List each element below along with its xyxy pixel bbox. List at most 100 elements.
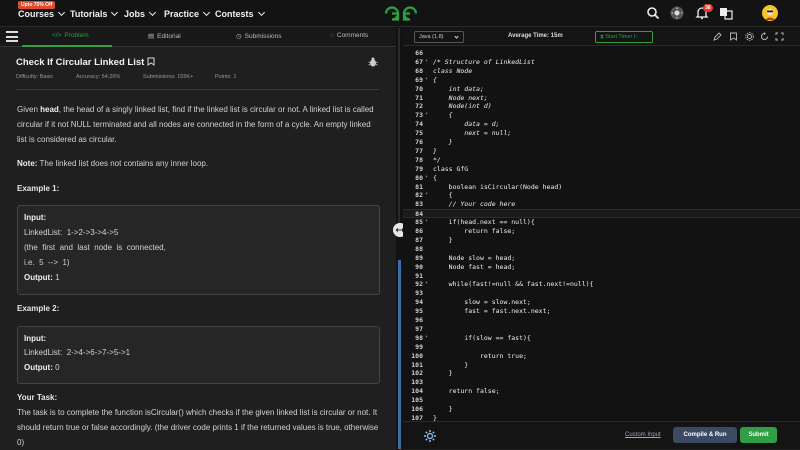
fold-toggle-icon[interactable]: ▾ (425, 111, 428, 117)
code-line[interactable]: 102 } (403, 369, 800, 378)
code-line[interactable]: 96 (403, 316, 800, 325)
editor-scrollbar[interactable] (398, 260, 401, 449)
line-number: 87 (415, 235, 423, 244)
report-bug-icon[interactable] (368, 57, 378, 67)
fold-toggle-icon[interactable]: ▾ (425, 58, 428, 64)
chevron-down-icon (454, 34, 459, 39)
gfg-logo-icon[interactable] (384, 5, 418, 22)
editor-settings-icon[interactable] (423, 429, 437, 443)
line-number: 79 (415, 164, 423, 173)
language-select[interactable]: Java (1.8) (414, 31, 464, 43)
code-line[interactable]: 66 (403, 49, 800, 58)
code-line[interactable]: 84 (403, 209, 800, 219)
code-text: } (433, 235, 453, 244)
code-line[interactable]: 89 Node slow = head; (403, 254, 800, 263)
code-line[interactable]: 67 ▾ /* Structure of LinkedList (403, 58, 800, 67)
code-line[interactable]: 79 class GfG (403, 165, 800, 174)
promo-badge[interactable]: Upto 75% Off (18, 1, 56, 9)
bookmark-icon[interactable] (147, 57, 155, 66)
code-line[interactable]: 86 return false; (403, 227, 800, 236)
fold-toggle-icon[interactable]: ▾ (425, 191, 428, 197)
nav-contests[interactable]: Contests (215, 8, 265, 19)
code-line[interactable]: 90 Node fast = head; (403, 263, 800, 272)
tab-submissions[interactable]: ◷ Submissions (236, 32, 282, 41)
example2-linkedlist: LinkedList: 2->4->6->7->5->1 (24, 348, 131, 357)
start-timer-button[interactable]: ⧗ Start Timer ▷ (595, 31, 653, 43)
code-text: /* Structure of LinkedList (433, 57, 535, 66)
code-line[interactable]: 73 ▾ { (403, 111, 800, 120)
example1-explanation-line2: i.e. 5 --> 1) (24, 258, 70, 267)
pen-icon[interactable] (713, 32, 722, 41)
nav-jobs-label: Jobs (124, 9, 146, 19)
code-line[interactable]: 87 } (403, 236, 800, 245)
tab-editorial[interactable]: ▤ Editorial (148, 32, 181, 41)
fold-toggle-icon[interactable]: ▾ (425, 218, 428, 224)
line-number: 83 (415, 200, 423, 209)
code-line[interactable]: 98 ▾ if(slow == fast){ (403, 334, 800, 343)
code-line[interactable]: 76 } (403, 138, 800, 147)
code-line[interactable]: 85 ▾ if(head.next == null){ (403, 218, 800, 227)
code-line[interactable]: 70 int data; (403, 85, 800, 94)
code-text: int data; (433, 84, 484, 93)
code-line[interactable]: 68 class Node (403, 67, 800, 76)
translate-icon[interactable] (719, 6, 733, 20)
tab-problem[interactable]: </> Problem (52, 32, 89, 39)
fold-toggle-icon[interactable]: ▾ (425, 334, 428, 340)
fold-toggle-icon[interactable]: ▾ (425, 174, 428, 180)
code-line[interactable]: 75 next = null; (403, 129, 800, 138)
code-line[interactable]: 100 return true; (403, 352, 800, 361)
theme-toggle-icon[interactable] (670, 6, 684, 20)
fullscreen-icon[interactable] (775, 32, 784, 41)
nav-jobs[interactable]: Jobs (124, 8, 157, 19)
code-line[interactable]: 72 Node(int d) (403, 102, 800, 111)
code-line[interactable]: 82 ▾ { (403, 191, 800, 200)
line-number: 80 (415, 173, 423, 182)
code-line[interactable]: 94 slow = slow.next; (403, 298, 800, 307)
code-text: { (433, 173, 437, 182)
avatar[interactable] (762, 5, 778, 21)
code-line[interactable]: 91 (403, 272, 800, 281)
code-line[interactable]: 80 ▾ { (403, 174, 800, 183)
tab-comments[interactable]: ◌ Comments (330, 32, 368, 39)
code-line[interactable]: 93 (403, 289, 800, 298)
code-line[interactable]: 71 Node next; (403, 94, 800, 103)
settings-icon[interactable] (745, 32, 754, 41)
code-line[interactable]: 95 fast = fast.next.next; (403, 307, 800, 316)
code-line[interactable]: 81 boolean isCircular(Node head) (403, 183, 800, 192)
reset-code-icon[interactable] (760, 32, 769, 41)
search-icon[interactable] (646, 6, 660, 20)
code-line[interactable]: 92 ▾ while(fast!=null && fast.next!=null)… (403, 280, 800, 289)
code-line[interactable]: 77} (403, 147, 800, 156)
chevron-down-icon (202, 8, 211, 17)
code-line[interactable]: 99 (403, 343, 800, 352)
chevron-down-icon (148, 8, 157, 17)
code-line[interactable]: 74 data = d; (403, 120, 800, 129)
code-line[interactable]: 97 (403, 325, 800, 334)
hamburger-menu-icon[interactable] (6, 31, 18, 42)
code-line[interactable]: 101 } (403, 361, 800, 370)
nav-practice[interactable]: Practice (164, 8, 211, 19)
nav-practice-label: Practice (164, 9, 200, 19)
compile-run-button[interactable]: Compile & Run (673, 427, 737, 443)
code-text: boolean isCircular(Node head) (433, 182, 563, 191)
custom-input-link[interactable]: Custom Input (625, 432, 661, 438)
code-editor[interactable]: 66 67 ▾/* Structure of LinkedList 68 class N… (403, 46, 800, 422)
code-line[interactable]: 104 return false; (403, 387, 800, 396)
code-line[interactable]: 69 ▾ { (403, 76, 800, 85)
example1-box: Input: LinkedList: 1->2->3->4->5 (the fi… (17, 205, 380, 295)
code-line[interactable]: 83 // Your code here (403, 200, 800, 209)
code-line[interactable]: 78 */ (403, 156, 800, 165)
code-line[interactable]: 105 (403, 396, 800, 405)
fold-toggle-icon[interactable]: ▾ (425, 280, 428, 286)
bookmark-code-icon[interactable] (729, 32, 738, 41)
fold-toggle-icon[interactable]: ▾ (425, 76, 428, 82)
nav-courses[interactable]: Courses (18, 8, 66, 19)
problem-title: Check If Circular Linked List (16, 57, 145, 68)
code-line[interactable]: 88 (403, 245, 800, 254)
code-line[interactable]: 106 } (403, 405, 800, 414)
submit-button[interactable]: Submit (740, 427, 777, 443)
code-line[interactable]: 103 (403, 378, 800, 387)
nav-tutorials[interactable]: Tutorials (70, 8, 119, 19)
problem-note: Note: The linked list does not contains … (17, 159, 209, 168)
active-tab-indicator (22, 45, 112, 47)
